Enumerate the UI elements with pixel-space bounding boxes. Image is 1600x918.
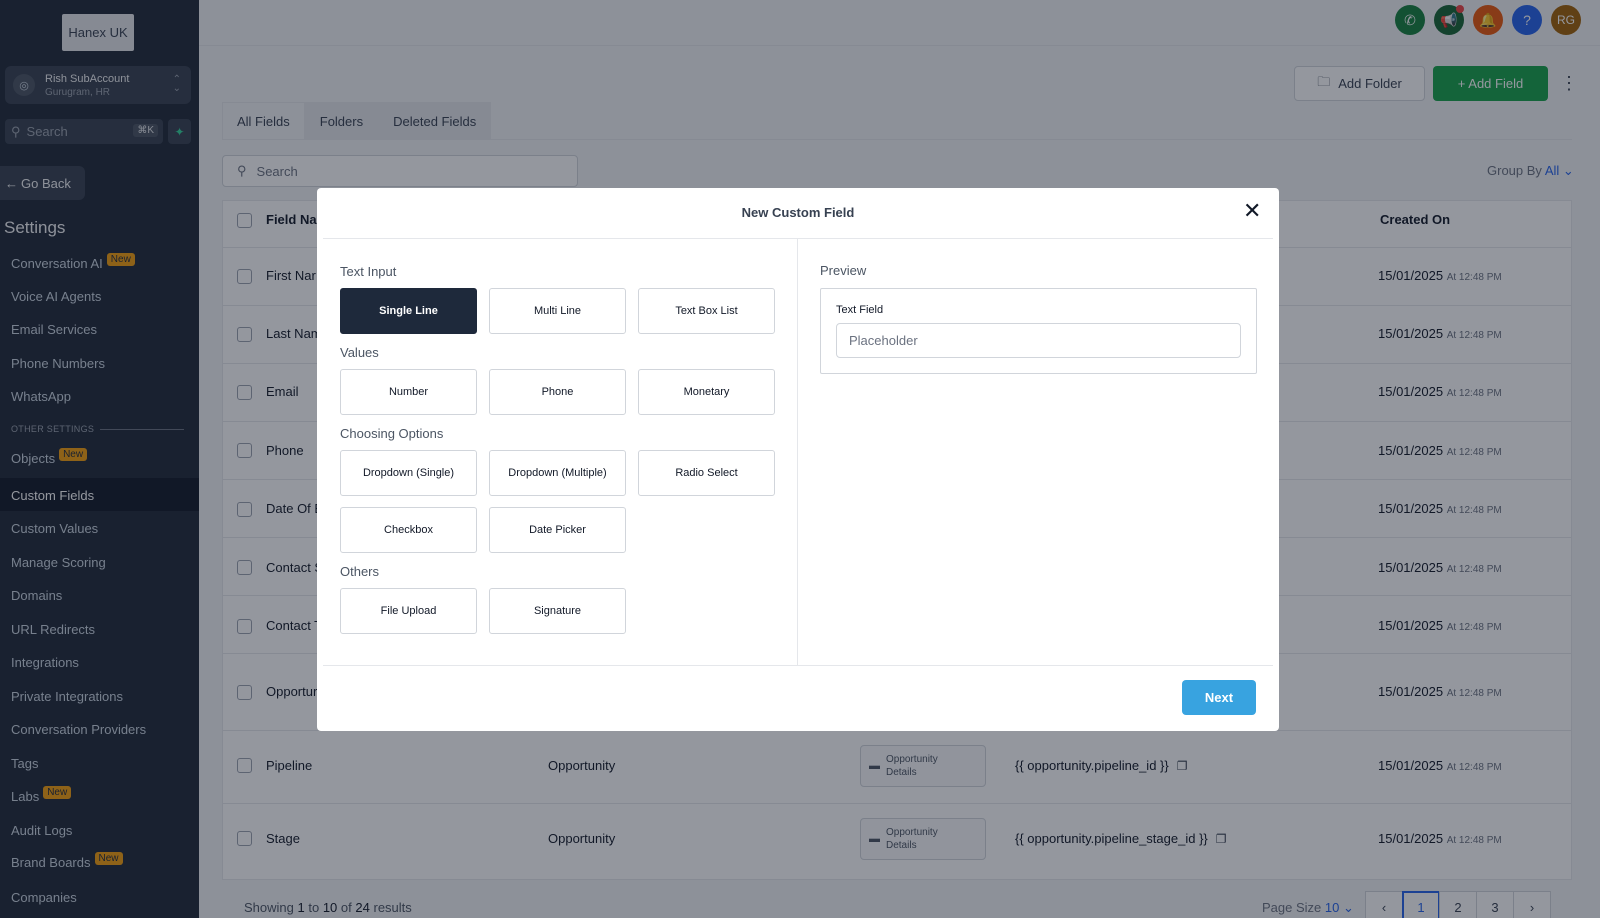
option-date-picker[interactable]: Date Picker	[489, 507, 626, 553]
option-number[interactable]: Number	[340, 369, 477, 415]
new-custom-field-modal: New Custom Field ✕ Text Input Single Lin…	[317, 188, 1279, 731]
option-file-upload[interactable]: File Upload	[340, 588, 477, 634]
preview-heading: Preview	[820, 263, 867, 278]
section-values: Values	[340, 345, 379, 360]
divider	[797, 239, 798, 665]
close-icon[interactable]: ✕	[1243, 200, 1261, 222]
divider	[323, 238, 1273, 239]
divider	[323, 665, 1273, 666]
modal-title: New Custom Field	[741, 205, 855, 220]
preview-field-label: Text Field	[836, 304, 884, 316]
option-checkbox[interactable]: Checkbox	[340, 507, 477, 553]
option-phone[interactable]: Phone	[489, 369, 626, 415]
option-multi-line[interactable]: Multi Line	[489, 288, 626, 334]
section-others: Others	[340, 564, 380, 579]
preview-input[interactable]: Placeholder	[836, 323, 1241, 358]
option-dropdown-multiple[interactable]: Dropdown (Multiple)	[489, 450, 626, 496]
next-button[interactable]: Next	[1182, 680, 1256, 715]
option-monetary[interactable]: Monetary	[638, 369, 775, 415]
option-signature[interactable]: Signature	[489, 588, 626, 634]
section-choosing-options: Choosing Options	[340, 426, 444, 441]
option-text-box-list[interactable]: Text Box List	[638, 288, 775, 334]
option-radio-select[interactable]: Radio Select	[638, 450, 775, 496]
option-single-line[interactable]: Single Line	[340, 288, 477, 334]
preview-box: Text Field Placeholder	[820, 288, 1257, 374]
section-text-input: Text Input	[340, 264, 397, 279]
option-dropdown-single[interactable]: Dropdown (Single)	[340, 450, 477, 496]
